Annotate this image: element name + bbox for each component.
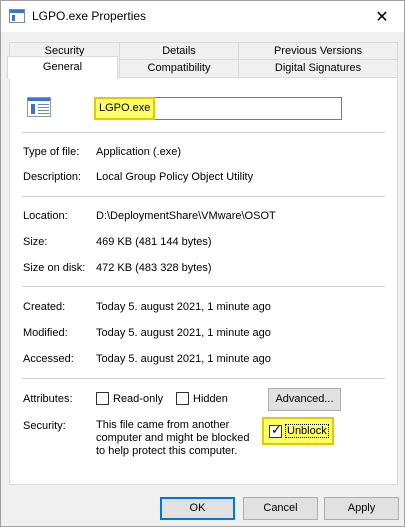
size-on-disk-label: Size on disk: (23, 262, 86, 274)
readonly-label[interactable]: Read-only (113, 393, 163, 405)
accessed-label: Accessed: (23, 353, 74, 365)
ok-button[interactable]: OK (160, 497, 235, 520)
attributes-label: Attributes: (23, 393, 73, 405)
security-label: Security: (23, 420, 66, 432)
created-value: Today 5. august 2021, 1 minute ago (96, 301, 271, 313)
size-on-disk-value: 472 KB (483 328 bytes) (96, 262, 212, 274)
location-value: D:\DeploymentShare\VMware\OSOT (96, 210, 276, 222)
location-label: Location: (23, 210, 68, 222)
unblock-label[interactable]: Unblock (285, 424, 329, 438)
separator (22, 378, 385, 379)
application-exe-icon (27, 97, 51, 117)
checkmark-icon: ✓ (271, 422, 282, 437)
properties-dialog: LGPO.exe Properties ✕ Security Details P… (0, 0, 405, 527)
separator (22, 196, 385, 197)
accessed-value: Today 5. august 2021, 1 minute ago (96, 353, 271, 365)
tab-general[interactable]: General (7, 56, 118, 79)
description-label: Description: (23, 171, 82, 183)
separator (22, 132, 385, 133)
security-message: This file came from another computer and… (96, 419, 250, 457)
size-value: 469 KB (481 144 bytes) (96, 236, 212, 248)
readonly-checkbox[interactable] (96, 392, 109, 405)
size-label: Size: (23, 236, 48, 248)
type-value: Application (.exe) (96, 146, 181, 158)
close-button[interactable]: ✕ (360, 1, 404, 32)
modified-value: Today 5. august 2021, 1 minute ago (96, 327, 271, 339)
separator (22, 286, 385, 287)
unblock-checkbox[interactable]: ✓ (269, 422, 282, 438)
tab-compatibility[interactable]: Compatibility (119, 59, 239, 78)
application-icon (9, 9, 25, 23)
window-title: LGPO.exe Properties (32, 9, 147, 23)
modified-label: Modified: (23, 327, 68, 339)
created-label: Created: (23, 301, 66, 313)
unblock-highlight: ✓ Unblock (262, 417, 334, 445)
cancel-button[interactable]: Cancel (243, 497, 318, 520)
apply-button[interactable]: Apply (324, 497, 399, 520)
file-name-text: LGPO.exe (93, 97, 156, 120)
description-value: Local Group Policy Object Utility (96, 171, 254, 183)
title-bar: LGPO.exe Properties ✕ (1, 1, 404, 32)
advanced-button[interactable]: Advanced... (268, 388, 341, 411)
hidden-label[interactable]: Hidden (193, 393, 228, 405)
file-name-input[interactable]: LGPO.exe (93, 97, 342, 120)
tab-digital-signatures[interactable]: Digital Signatures (238, 59, 398, 78)
close-icon: ✕ (375, 8, 389, 26)
type-label: Type of file: (23, 146, 80, 158)
hidden-checkbox[interactable] (176, 392, 189, 405)
